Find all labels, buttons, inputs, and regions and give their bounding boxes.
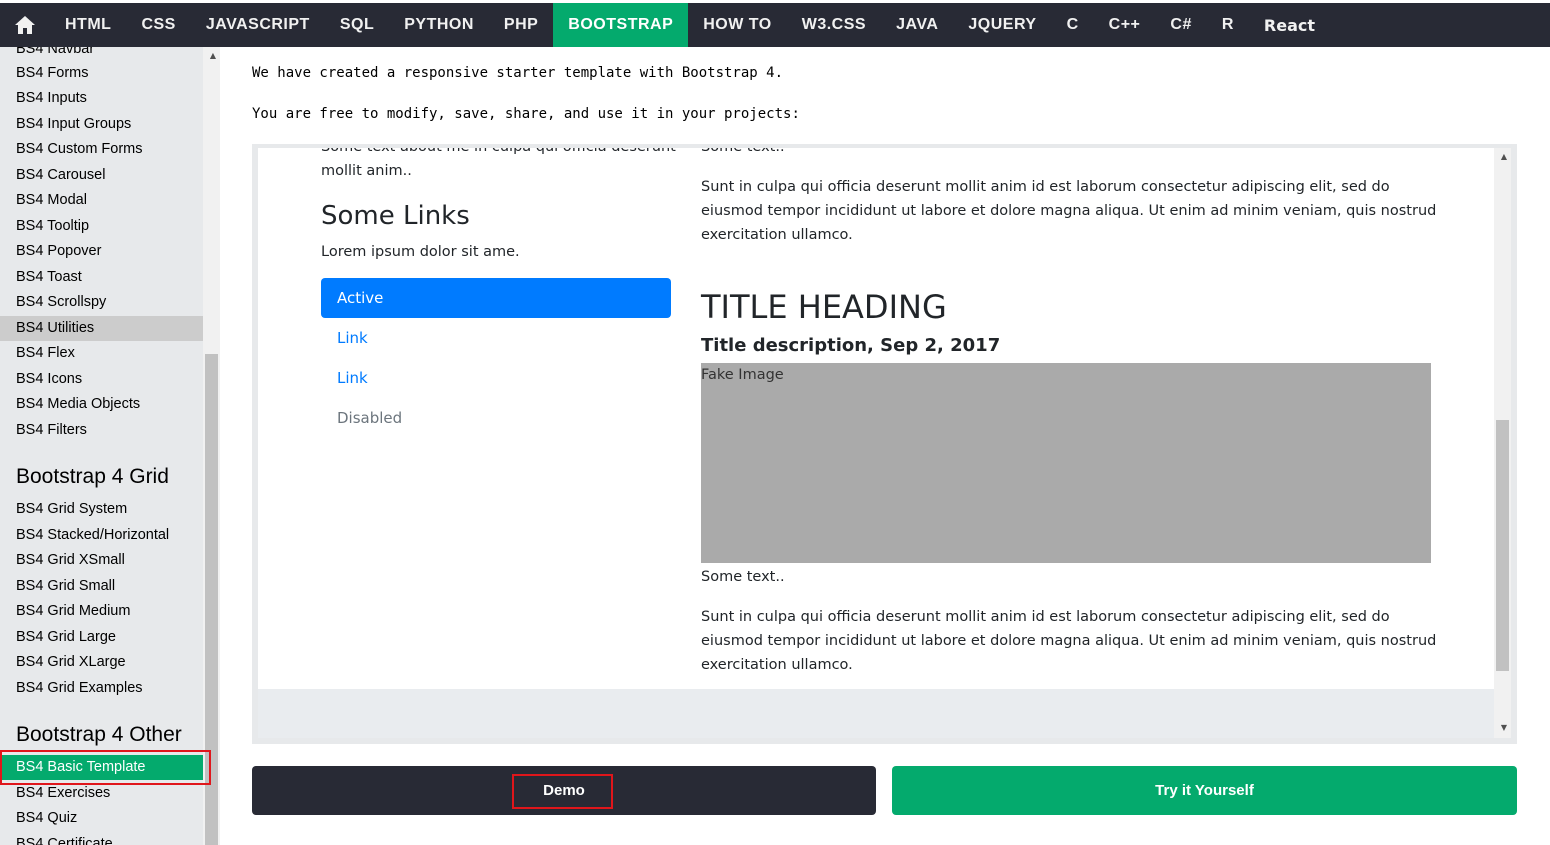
top-navbar: HTML CSS JAVASCRIPT SQL PYTHON PHP BOOTS…	[0, 0, 1550, 47]
sidebar-item-grid-xlarge[interactable]: BS4 Grid XLarge	[0, 650, 203, 675]
preview-scroll-up-icon[interactable]: ▲	[1501, 152, 1507, 161]
preview-scrollbar[interactable]: ▲ ▼	[1494, 148, 1511, 738]
sidebar-item-carousel[interactable]: BS4 Carousel	[0, 163, 203, 188]
preview-scroll-thumb[interactable]	[1496, 420, 1509, 671]
intro-text-2: You are free to modify, save, share, and…	[252, 106, 800, 122]
nav-react[interactable]: React	[1249, 3, 1330, 47]
nav-php[interactable]: PHP	[489, 3, 553, 47]
sidebar-item-custom-forms[interactable]: BS4 Custom Forms	[0, 137, 203, 162]
sidebar-item-grid-small[interactable]: BS4 Grid Small	[0, 574, 203, 599]
try-button-label: Try it Yourself	[1155, 782, 1254, 799]
paragraph-2-line-2: eiusmod tempor incididunt ut labore et d…	[701, 633, 1437, 649]
preview-footer	[258, 689, 1496, 738]
fake-image-label: Fake Image	[701, 367, 784, 383]
nav-sql[interactable]: SQL	[325, 3, 389, 47]
sidebar-item-popover[interactable]: BS4 Popover	[0, 239, 203, 264]
nav-r[interactable]: R	[1207, 3, 1249, 47]
nav-pill-link-1[interactable]: Link	[321, 318, 671, 358]
some-text: Some text..	[701, 569, 785, 585]
sidebar-item-grid-system[interactable]: BS4 Grid System	[0, 497, 203, 522]
scroll-up-arrow-icon[interactable]: ▲	[210, 51, 216, 60]
sidebar: BS4 Navbar BS4 Forms BS4 Inputs BS4 Inpu…	[0, 47, 220, 845]
some-links-heading: Some Links	[321, 201, 470, 231]
paragraph-2-line-1: Sunt in culpa qui officia deserunt molli…	[701, 609, 1390, 625]
sidebar-item-media-objects[interactable]: BS4 Media Objects	[0, 392, 203, 417]
sidebar-item-grid-medium[interactable]: BS4 Grid Medium	[0, 599, 203, 624]
fake-image: Fake Image	[701, 363, 1431, 563]
nav-pill-link-2[interactable]: Link	[321, 358, 671, 398]
nav-java[interactable]: JAVA	[881, 3, 953, 47]
nav-c[interactable]: C	[1052, 3, 1094, 47]
title-heading: TITLE HEADING	[701, 288, 947, 326]
home-link[interactable]	[0, 3, 50, 47]
intro-text-1: We have created a responsive starter tem…	[252, 65, 784, 81]
sidebar-item-tooltip[interactable]: BS4 Tooltip	[0, 214, 203, 239]
sidebar-item-inputs[interactable]: BS4 Inputs	[0, 86, 203, 111]
home-icon	[15, 16, 35, 34]
sidebar-item-certificate[interactable]: BS4 Certificate	[0, 832, 203, 845]
paragraph-1-line-2: eiusmod tempor incididunt ut labore et d…	[701, 203, 1437, 219]
nav-html[interactable]: HTML	[50, 3, 126, 47]
paragraph-2-line-3: exercitation ullamco.	[701, 657, 853, 673]
sidebar-heading-other: Bootstrap 4 Other	[16, 723, 182, 746]
sidebar-item-navbar[interactable]: BS4 Navbar	[0, 47, 203, 62]
sidebar-item-flex[interactable]: BS4 Flex	[0, 341, 203, 366]
sidebar-item-quiz[interactable]: BS4 Quiz	[0, 806, 203, 831]
sidebar-item-toast[interactable]: BS4 Toast	[0, 265, 203, 290]
nav-jquery[interactable]: JQUERY	[953, 3, 1051, 47]
template-preview-frame: Some text about me in culpa qui officia …	[252, 144, 1517, 744]
nav-w3css[interactable]: W3.CSS	[787, 3, 881, 47]
nav-python[interactable]: PYTHON	[389, 3, 489, 47]
left-partial-text-2: mollit anim..	[321, 163, 412, 179]
sidebar-item-input-groups[interactable]: BS4 Input Groups	[0, 112, 203, 137]
sidebar-item-modal[interactable]: BS4 Modal	[0, 188, 203, 213]
sidebar-item-utilities[interactable]: BS4 Utilities	[0, 316, 203, 341]
nav-javascript[interactable]: JAVASCRIPT	[191, 3, 325, 47]
left-partial-text: Some text about me in culpa qui officia …	[321, 144, 676, 155]
sidebar-item-filters[interactable]: BS4 Filters	[0, 418, 203, 443]
try-it-yourself-button[interactable]: Try it Yourself	[892, 766, 1517, 815]
nav-howto[interactable]: HOW TO	[688, 3, 786, 47]
sidebar-scrollbar[interactable]: ▲	[203, 47, 220, 845]
nav-css[interactable]: CSS	[126, 3, 190, 47]
sidebar-item-grid-large[interactable]: BS4 Grid Large	[0, 625, 203, 650]
some-links-subtext: Lorem ipsum dolor sit ame.	[321, 244, 520, 260]
sidebar-item-grid-xsmall[interactable]: BS4 Grid XSmall	[0, 548, 203, 573]
highlight-basic-template	[0, 750, 211, 785]
paragraph-1-line-3: exercitation ullamco.	[701, 227, 853, 243]
highlight-demo-button	[512, 774, 613, 809]
sidebar-item-forms[interactable]: BS4 Forms	[0, 61, 203, 86]
nav-bootstrap[interactable]: BOOTSTRAP	[553, 3, 689, 47]
sidebar-item-scrollspy[interactable]: BS4 Scrollspy	[0, 290, 203, 315]
nav-cpp[interactable]: C++	[1094, 3, 1156, 47]
sidebar-heading-grid: Bootstrap 4 Grid	[16, 465, 169, 488]
sidebar-item-grid-examples[interactable]: BS4 Grid Examples	[0, 676, 203, 701]
nav-pill-disabled: Disabled	[337, 409, 403, 427]
nav-pill-active[interactable]: Active	[321, 278, 671, 318]
preview-scroll-down-icon[interactable]: ▼	[1501, 723, 1507, 732]
sidebar-item-stacked-horizontal[interactable]: BS4 Stacked/Horizontal	[0, 523, 203, 548]
paragraph-1-line-1: Sunt in culpa qui officia deserunt molli…	[701, 179, 1390, 195]
right-partial-text: Some text..	[701, 144, 785, 155]
sidebar-item-icons[interactable]: BS4 Icons	[0, 367, 203, 392]
title-description: Title description, Sep 2, 2017	[701, 335, 1001, 356]
nav-csharp[interactable]: C#	[1155, 3, 1206, 47]
